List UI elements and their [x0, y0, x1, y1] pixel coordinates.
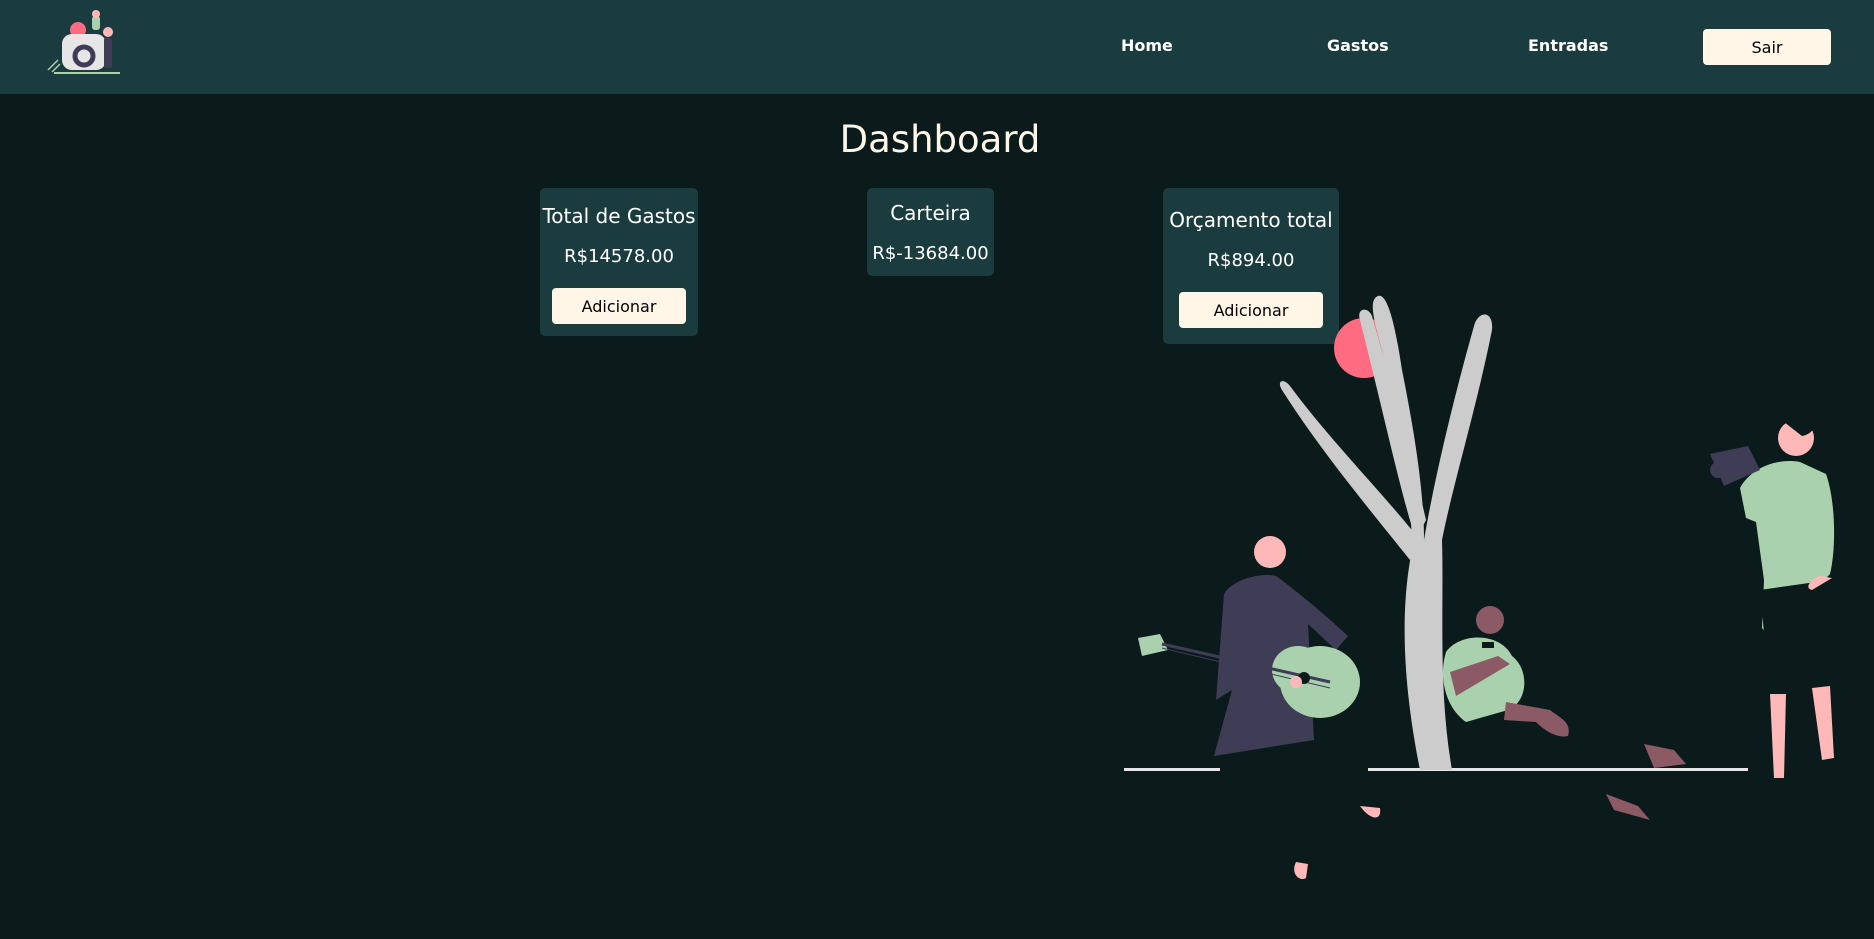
nav-link-home[interactable]: Home [1121, 36, 1173, 55]
card-title-carteira: Carteira [890, 201, 971, 225]
card-total-gastos: Total de Gastos R$14578.00 Adicionar [540, 188, 698, 336]
logo-icon[interactable] [44, 10, 140, 86]
navbar: Home Gastos Entradas Sair [0, 0, 1874, 94]
nav-link-gastos[interactable]: Gastos [1327, 36, 1389, 55]
card-title-gastos: Total de Gastos [542, 204, 696, 228]
nav-link-entradas[interactable]: Entradas [1528, 36, 1608, 55]
card-carteira: Carteira R$-13684.00 [867, 188, 994, 276]
people-tree-illustration [1124, 295, 1844, 880]
card-value-orcamento: R$894.00 [1207, 250, 1295, 271]
page-title: Dashboard [839, 118, 1041, 161]
card-value-gastos: R$14578.00 [564, 246, 674, 267]
card-value-carteira: R$-13684.00 [872, 243, 989, 264]
add-gasto-button[interactable]: Adicionar [552, 288, 686, 324]
card-title-orcamento: Orçamento total [1169, 208, 1333, 232]
logout-button[interactable]: Sair [1703, 29, 1831, 65]
